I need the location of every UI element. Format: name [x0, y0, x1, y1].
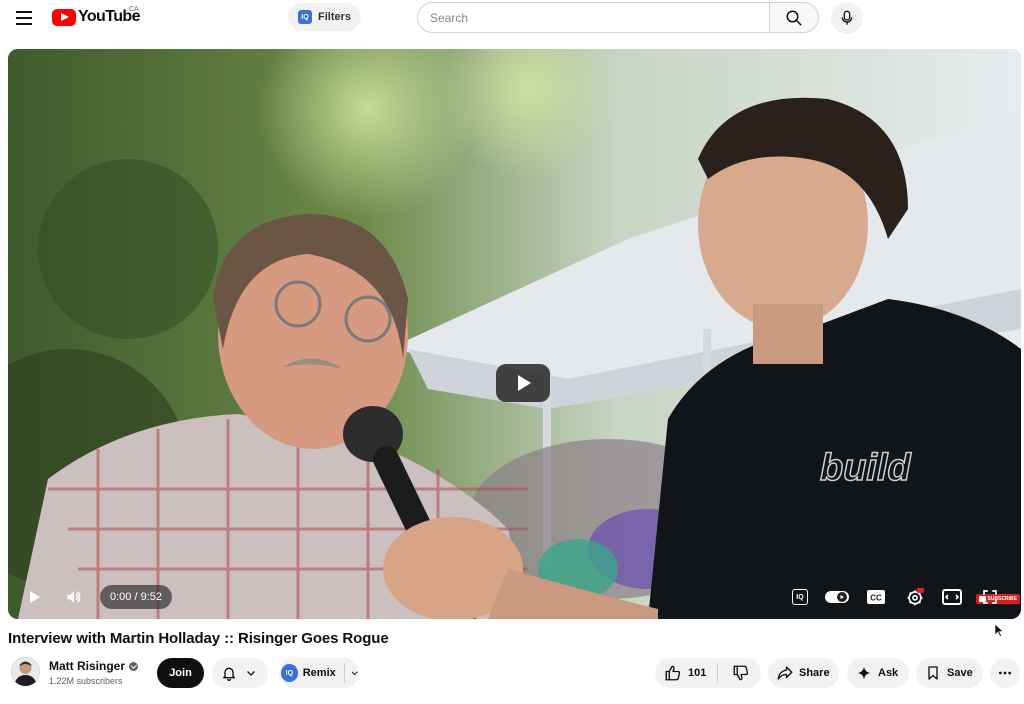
- filters-label: Filters: [318, 11, 352, 23]
- menu-icon[interactable]: [12, 6, 36, 30]
- play-button[interactable]: [22, 585, 46, 609]
- volume-button[interactable]: [62, 585, 86, 609]
- theater-mode-button[interactable]: [940, 586, 964, 608]
- captions-button[interactable]: CC: [865, 587, 887, 607]
- settings-button[interactable]: [903, 586, 927, 608]
- share-button[interactable]: Share: [768, 658, 839, 688]
- play-icon: [30, 591, 40, 603]
- remix-divider: [343, 663, 345, 683]
- more-horizontal-icon: [999, 671, 1011, 675]
- iq-button[interactable]: IQ: [790, 587, 810, 607]
- iq-icon: IQ: [298, 10, 312, 24]
- iq-player-icon: IQ: [792, 589, 808, 605]
- time-text: 0:00 / 9:52: [110, 591, 162, 603]
- dislike-button[interactable]: [732, 664, 750, 682]
- microphone-icon: [841, 10, 853, 25]
- video-title: Interview with Martin Holladay :: Rising…: [8, 630, 389, 647]
- ask-button[interactable]: Ask: [847, 658, 909, 688]
- join-button[interactable]: Join: [157, 658, 204, 688]
- svg-text:CC: CC: [870, 594, 882, 603]
- filters-button[interactable]: IQ Filters: [288, 3, 362, 31]
- share-icon: [777, 666, 793, 680]
- search-placeholder: Search: [430, 10, 469, 25]
- remix-button[interactable]: IQ Remix: [279, 658, 359, 688]
- thumbs-up-icon: [665, 665, 681, 681]
- chevron-down-icon: [247, 671, 255, 676]
- search-button[interactable]: [769, 2, 819, 33]
- bell-icon: [223, 667, 235, 681]
- bookmark-icon: [928, 666, 938, 680]
- subscriber-count: 1.22M subscribers: [49, 676, 123, 686]
- notifications-button[interactable]: [212, 658, 268, 688]
- captions-icon: CC: [867, 590, 885, 604]
- youtube-play-icon: [52, 8, 76, 26]
- video-frame: build: [8, 49, 1021, 619]
- theater-mode-icon: [942, 589, 962, 605]
- sparkle-icon: [857, 666, 871, 680]
- more-actions-button[interactable]: [990, 658, 1020, 688]
- remix-chevron-down-icon: [351, 671, 358, 676]
- share-label: Share: [799, 667, 830, 679]
- channel-name[interactable]: Matt Risinger: [49, 659, 139, 673]
- center-play-button[interactable]: [496, 364, 550, 402]
- youtube-logo[interactable]: YouTube: [52, 8, 140, 26]
- channel-name-text: Matt Risinger: [49, 659, 126, 673]
- autoplay-toggle-icon: [825, 591, 849, 603]
- volume-icon: [67, 591, 81, 603]
- gear-icon: [907, 587, 925, 606]
- search-icon: [786, 10, 802, 25]
- like-count: 101: [688, 667, 707, 679]
- save-label: Save: [947, 667, 973, 679]
- like-button[interactable]: 101: [664, 664, 706, 682]
- verified-icon: [129, 661, 139, 671]
- thumbs-down-icon: [733, 665, 749, 681]
- like-dislike-group: 101: [655, 658, 761, 688]
- player-controls: 0:00 / 9:52 IQ CC: [8, 576, 1021, 616]
- shirt-logo-text: build: [820, 447, 912, 489]
- save-button[interactable]: Save: [916, 658, 983, 688]
- channel-avatar[interactable]: [11, 657, 40, 686]
- iq-remix-icon: IQ: [281, 664, 298, 682]
- autoplay-toggle[interactable]: [824, 588, 852, 606]
- region-code: CA: [129, 6, 139, 13]
- time-display: 0:00 / 9:52: [100, 585, 172, 609]
- like-divider: [717, 663, 719, 683]
- voice-search-button[interactable]: [831, 2, 863, 34]
- search-input[interactable]: Search: [417, 2, 769, 33]
- fullscreen-icon: [983, 590, 997, 604]
- mouse-cursor-icon: [995, 624, 1003, 637]
- remix-label: Remix: [302, 667, 336, 679]
- masthead: YouTube CA IQ Filters Search: [0, 0, 1024, 36]
- ask-label: Ask: [878, 667, 899, 679]
- video-player[interactable]: build SUBSCRIBE 0:00 / 9:52 IQ CC: [8, 49, 1021, 619]
- avatar-image: [11, 657, 40, 686]
- fullscreen-button[interactable]: [978, 586, 1002, 608]
